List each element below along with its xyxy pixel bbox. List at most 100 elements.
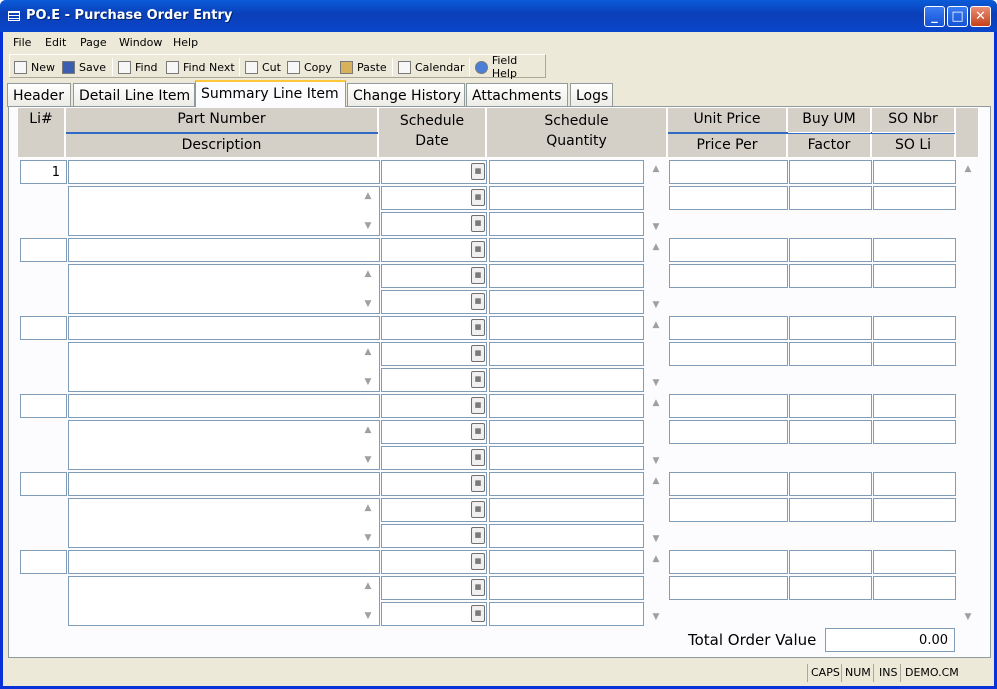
tab-header[interactable]: Header	[7, 83, 71, 107]
so-nbr-field[interactable]	[873, 394, 956, 418]
so-nbr-field[interactable]	[873, 160, 956, 184]
calendar-icon[interactable]: ▦	[471, 527, 485, 544]
so-nbr-field[interactable]	[873, 550, 956, 574]
tab-logs[interactable]: Logs	[570, 83, 613, 107]
grid-scroll-down-icon[interactable]: ▼	[961, 610, 975, 624]
desc-scroll-up-icon[interactable]: ▲	[361, 579, 375, 593]
so-li-field[interactable]	[873, 186, 956, 210]
factor-field[interactable]	[789, 264, 872, 288]
unit-price-field[interactable]	[669, 238, 788, 262]
desc-scroll-up-icon[interactable]: ▲	[361, 501, 375, 515]
qty-scroll-up-icon[interactable]: ▲	[649, 240, 663, 254]
description-field[interactable]	[68, 576, 380, 626]
part-number-field[interactable]	[68, 394, 380, 418]
calendar-icon[interactable]: ▦	[471, 423, 485, 440]
desc-scroll-up-icon[interactable]: ▲	[361, 267, 375, 281]
price-per-field[interactable]	[669, 186, 788, 210]
schedule-quantity-field[interactable]	[489, 602, 644, 626]
schedule-quantity-field[interactable]	[489, 420, 644, 444]
price-per-field[interactable]	[669, 342, 788, 366]
description-field[interactable]	[68, 498, 380, 548]
part-number-field[interactable]	[68, 316, 380, 340]
calendar-icon[interactable]: ▦	[471, 163, 485, 180]
copy-button[interactable]: Copy	[287, 59, 332, 75]
buy-um-field[interactable]	[789, 160, 872, 184]
calendar-icon[interactable]: ▦	[471, 241, 485, 258]
part-number-field[interactable]	[68, 472, 380, 496]
schedule-quantity-field[interactable]	[489, 368, 644, 392]
calendar-icon[interactable]: ▦	[471, 319, 485, 336]
calendar-icon[interactable]: ▦	[471, 293, 485, 310]
qty-scroll-down-icon[interactable]: ▼	[649, 376, 663, 390]
qty-scroll-down-icon[interactable]: ▼	[649, 610, 663, 624]
desc-scroll-up-icon[interactable]: ▲	[361, 189, 375, 203]
unit-price-field[interactable]	[669, 472, 788, 496]
schedule-quantity-field[interactable]	[489, 472, 644, 496]
calendar-icon[interactable]: ▦	[471, 501, 485, 518]
unit-price-field[interactable]	[669, 394, 788, 418]
calendar-icon[interactable]: ▦	[471, 449, 485, 466]
so-li-field[interactable]	[873, 264, 956, 288]
line-number-field[interactable]	[20, 472, 67, 496]
buy-um-field[interactable]	[789, 394, 872, 418]
schedule-quantity-field[interactable]	[489, 238, 644, 262]
so-nbr-field[interactable]	[873, 238, 956, 262]
schedule-quantity-field[interactable]	[489, 316, 644, 340]
calendar-icon[interactable]: ▦	[471, 553, 485, 570]
desc-scroll-down-icon[interactable]: ▼	[361, 375, 375, 389]
find-next-button[interactable]: Find Next	[166, 59, 235, 75]
schedule-quantity-field[interactable]	[489, 524, 644, 548]
tab-detail-line-item[interactable]: Detail Line Item	[73, 83, 195, 107]
maximize-button[interactable]: □	[947, 6, 968, 27]
qty-scroll-up-icon[interactable]: ▲	[649, 552, 663, 566]
calendar-icon[interactable]: ▦	[471, 345, 485, 362]
schedule-quantity-field[interactable]	[489, 342, 644, 366]
new-button[interactable]: New	[14, 59, 55, 75]
schedule-quantity-field[interactable]	[489, 290, 644, 314]
factor-field[interactable]	[789, 498, 872, 522]
description-field[interactable]	[68, 420, 380, 470]
schedule-quantity-field[interactable]	[489, 446, 644, 470]
description-field[interactable]	[68, 264, 380, 314]
minimize-button[interactable]: _	[924, 6, 945, 27]
tab-attachments[interactable]: Attachments	[466, 83, 568, 107]
price-per-field[interactable]	[669, 264, 788, 288]
schedule-quantity-field[interactable]	[489, 264, 644, 288]
qty-scroll-up-icon[interactable]: ▲	[649, 396, 663, 410]
schedule-quantity-field[interactable]	[489, 212, 644, 236]
price-per-field[interactable]	[669, 576, 788, 600]
calendar-icon[interactable]: ▦	[471, 189, 485, 206]
calendar-button[interactable]: Calendar	[398, 59, 464, 75]
tab-summary-line-item[interactable]: Summary Line Item	[195, 80, 346, 107]
price-per-field[interactable]	[669, 498, 788, 522]
factor-field[interactable]	[789, 576, 872, 600]
factor-field[interactable]	[789, 342, 872, 366]
unit-price-field[interactable]	[669, 160, 788, 184]
find-button[interactable]: Find	[118, 59, 158, 75]
so-li-field[interactable]	[873, 498, 956, 522]
buy-um-field[interactable]	[789, 238, 872, 262]
grid-scroll-up-icon[interactable]: ▲	[961, 162, 975, 176]
tab-change-history[interactable]: Change History	[347, 83, 465, 107]
description-field[interactable]	[68, 342, 380, 392]
so-nbr-field[interactable]	[873, 316, 956, 340]
menu-page[interactable]: Page	[80, 36, 107, 49]
line-number-field[interactable]	[20, 238, 67, 262]
desc-scroll-up-icon[interactable]: ▲	[361, 345, 375, 359]
price-per-field[interactable]	[669, 420, 788, 444]
calendar-icon[interactable]: ▦	[471, 605, 485, 622]
unit-price-field[interactable]	[669, 316, 788, 340]
calendar-icon[interactable]: ▦	[471, 475, 485, 492]
desc-scroll-down-icon[interactable]: ▼	[361, 219, 375, 233]
line-number-field[interactable]: 1	[20, 160, 67, 184]
so-li-field[interactable]	[873, 342, 956, 366]
menu-window[interactable]: Window	[119, 36, 162, 49]
part-number-field[interactable]	[68, 238, 380, 262]
part-number-field[interactable]	[68, 160, 380, 184]
qty-scroll-up-icon[interactable]: ▲	[649, 162, 663, 176]
field-help-button[interactable]: Field Help	[475, 54, 545, 80]
factor-field[interactable]	[789, 420, 872, 444]
calendar-icon[interactable]: ▦	[471, 397, 485, 414]
line-number-field[interactable]	[20, 316, 67, 340]
paste-button[interactable]: Paste	[340, 59, 387, 75]
